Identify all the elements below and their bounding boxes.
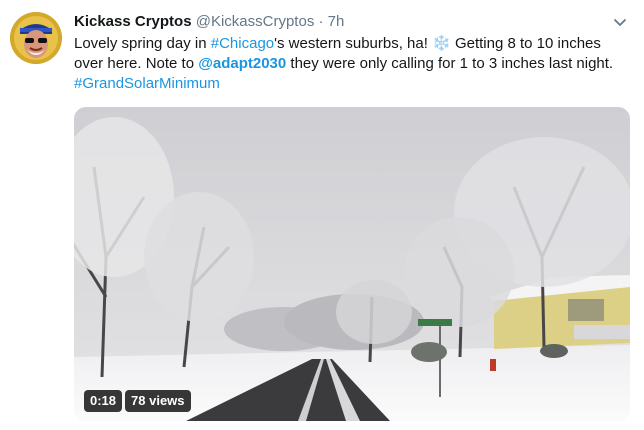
video-duration: 0:18 [84,390,123,412]
view-count: 78 views [125,390,191,412]
chevron-down-icon[interactable] [612,14,628,30]
display-name[interactable]: Kickass Cryptos [74,13,192,30]
tweet-header: Kickass Cryptos @KickassCryptos · 7h [74,12,344,32]
avatar[interactable] [10,12,62,64]
hashtag-link[interactable]: #GrandSolarMinimum [74,75,220,92]
text-part: 's western suburbs, ha! [274,35,433,52]
hashtag-link[interactable]: #Chicago [211,35,274,52]
text-part: they were only calling for 1 to 3 inches… [286,55,614,72]
video-badges: 0:18 78 views [84,390,191,412]
user-handle[interactable]: @KickassCryptos [196,13,315,30]
tweet-text: Lovely spring day in #Chicago's western … [74,34,634,94]
separator: · [318,13,324,30]
mention-link[interactable]: @adapt2030 [198,55,286,72]
snowflake-icon: ❄️ [432,35,451,52]
text-part: Lovely spring day in [74,35,211,52]
video-frame [74,107,630,421]
timestamp[interactable]: 7h [328,13,345,30]
tweet: Kickass Cryptos @KickassCryptos · 7h Lov… [0,0,644,430]
video-player[interactable] [74,107,630,421]
